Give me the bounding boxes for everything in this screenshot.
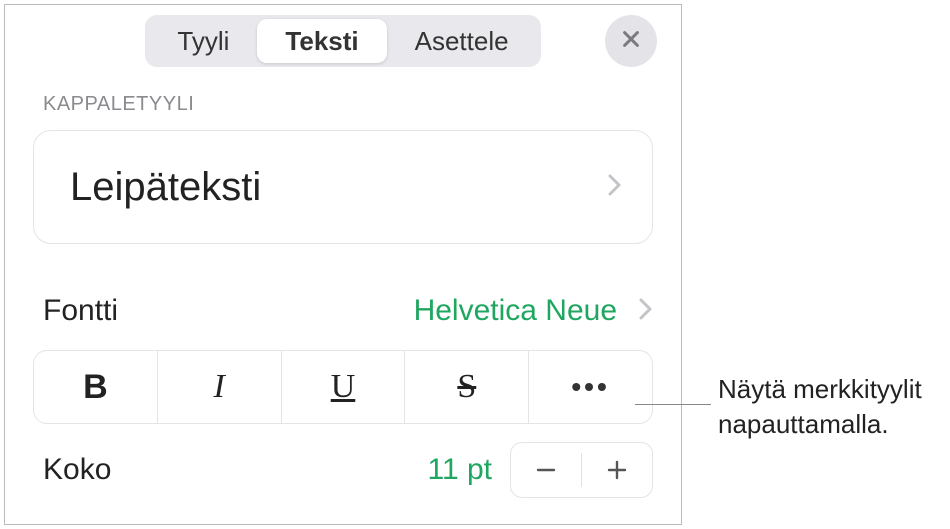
chevron-right-icon [639,297,653,326]
minus-icon [535,451,557,490]
paragraph-style-selector[interactable]: Leipäteksti [33,130,653,244]
callout-leader-line [635,404,711,405]
callout-line-2: napauttamalla. [718,407,922,442]
bold-button[interactable]: B [34,351,158,423]
size-increase-button[interactable] [582,443,652,497]
close-icon [620,28,642,55]
size-row: Koko 11 pt [5,440,681,500]
tab-layout[interactable]: Asettele [387,19,537,63]
section-label-paragraph-style: KAPPALETYYLI [5,67,681,124]
underline-button[interactable]: U [282,351,406,423]
plus-icon [606,451,628,490]
tab-style[interactable]: Tyyli [149,19,257,63]
font-label: Fontti [43,294,118,328]
tab-text[interactable]: Teksti [257,19,386,63]
strikethrough-button[interactable]: S [405,351,529,423]
chevron-right-icon [608,173,622,202]
more-button[interactable]: ••• [529,351,652,423]
segmented-control: Tyyli Teksti Asettele [145,15,540,67]
callout-text: Näytä merkkityylit napauttamalla. [718,372,922,442]
callout-line-1: Näytä merkkityylit [718,372,922,407]
font-value: Helvetica Neue [414,294,617,328]
format-panel: Tyyli Teksti Asettele KAPPALETYYLI Leipä… [4,4,682,525]
format-button-row: B I U S ••• [33,350,653,424]
font-row[interactable]: Fontti Helvetica Neue [5,278,681,344]
size-stepper [510,442,653,498]
tab-bar-row: Tyyli Teksti Asettele [5,15,681,67]
paragraph-style-value: Leipäteksti [70,165,261,210]
italic-button[interactable]: I [158,351,282,423]
size-decrease-button[interactable] [511,443,581,497]
close-button[interactable] [605,15,657,67]
size-value: 11 pt [428,453,493,487]
size-label: Koko [43,453,111,487]
